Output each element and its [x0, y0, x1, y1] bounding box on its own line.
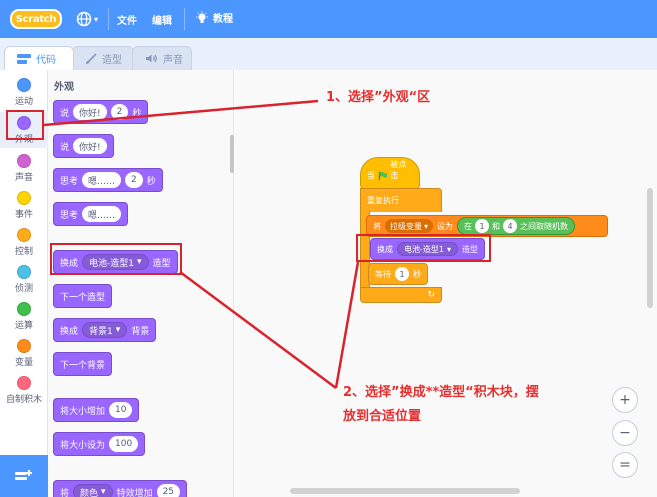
annotation-lines: [43, 99, 360, 390]
annotation-line: [179, 270, 337, 390]
annotation-line: [334, 261, 360, 389]
annotation-step-2-line-1: 2、选择”换成**造型“积木块，摆: [343, 385, 539, 400]
tab-code[interactable]: 代码: [4, 46, 74, 70]
annotation-step-1: 1、选择”外观“区: [326, 90, 431, 105]
annotation-step-2-line-2: 放到合适位置: [343, 409, 422, 424]
code-icon: [17, 53, 31, 64]
tab-label: 代码: [36, 55, 56, 66]
annotation-line: [43, 99, 319, 127]
